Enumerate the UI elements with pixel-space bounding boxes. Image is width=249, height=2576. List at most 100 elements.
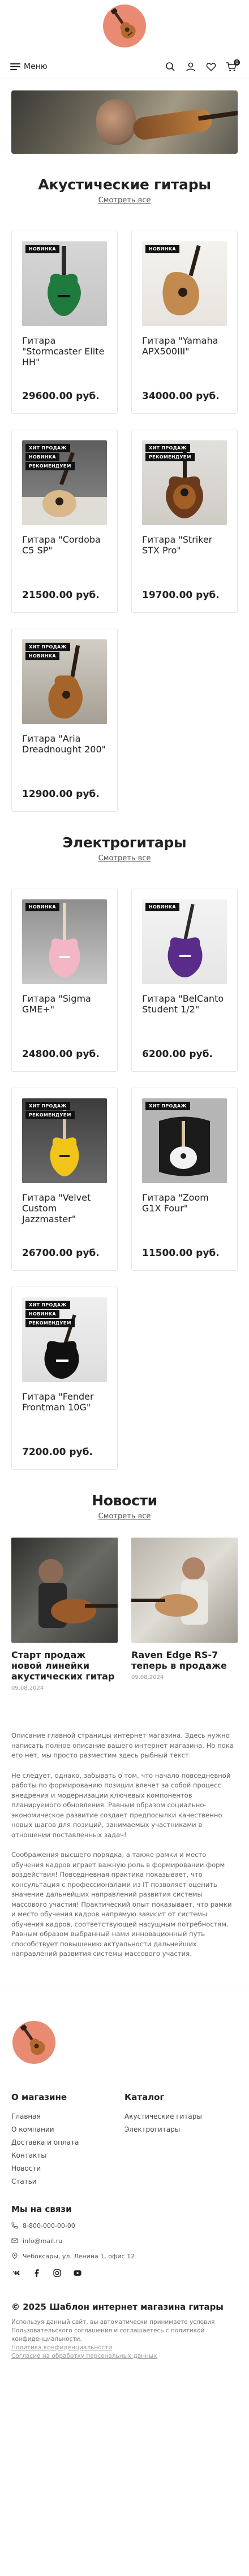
cart-button[interactable]: 0	[224, 59, 240, 74]
hero-banner[interactable]	[11, 90, 238, 154]
guitarist-photo-icon	[38, 1559, 118, 1628]
badge-bestseller: ХИТ ПРОДАЖ	[25, 444, 70, 452]
guitar-logo-icon	[103, 5, 146, 47]
product-name: Гитара "Yamaha APX500III"	[142, 335, 218, 357]
product-card[interactable]: НОВИНКА Гитара "Sigma GME+" 24800.00 руб…	[11, 889, 118, 1072]
news-card[interactable]: Raven Edge RS-7 теперь в продаже 09.08.2…	[131, 1538, 238, 1691]
footer-logo[interactable]	[11, 2020, 57, 2067]
guitar-image-icon	[142, 1098, 227, 1183]
badge-bestseller: ХИТ ПРОДАЖ	[25, 1102, 70, 1110]
product-name: Гитара "BelCanto Student 1/2"	[142, 993, 224, 1015]
contact-address-row: Чебоксары, ул. Ленина 1, офис 12	[11, 2253, 238, 2260]
footer-link-news[interactable]: Новости	[11, 2162, 124, 2175]
product-price: 34000.00 руб.	[142, 391, 220, 402]
footer-link-contacts[interactable]: Контакты	[11, 2149, 124, 2162]
store-description: Описание главной страницы интернет магаз…	[0, 1691, 249, 1959]
logo-container	[0, 0, 249, 54]
news-section-title: Новости	[92, 1492, 157, 1509]
product-card[interactable]: ХИТ ПРОДАЖ РЕКОМЕНДУЕМ Гитара "Velvet Cu…	[11, 1088, 118, 1271]
product-price: 21500.00 руб.	[22, 590, 100, 601]
product-name: Гитара "Aria Dreadnought 200"	[22, 733, 106, 755]
product-image: НОВИНКА	[142, 899, 227, 984]
contact-email: info@mail.ru	[23, 2237, 63, 2245]
badge-bestseller: ХИТ ПРОДАЖ	[25, 643, 70, 651]
contact-email-row[interactable]: info@mail.ru	[11, 2237, 238, 2245]
description-paragraph: Описание главной страницы интернет магаз…	[11, 1731, 234, 1759]
product-price: 29600.00 руб.	[22, 391, 100, 402]
badge-new: НОВИНКА	[145, 245, 179, 253]
social-links	[11, 2268, 238, 2277]
electric-product-grid: НОВИНКА Гитара "Sigma GME+" 24800.00 руб…	[0, 863, 249, 1470]
news-title: Raven Edge RS-7 теперь в продаже	[131, 1649, 227, 1671]
user-icon	[186, 62, 195, 71]
product-card[interactable]: ХИТ ПРОДАЖ НОВИНКА РЕКОМЕНДУЕМ Гитара "C…	[11, 430, 118, 613]
product-name: Гитара "Cordoba C5 SP"	[22, 534, 101, 556]
footer-link-delivery[interactable]: Доставка и оплата	[11, 2136, 124, 2149]
badge-new: НОВИНКА	[25, 903, 59, 911]
location-pin-icon	[12, 2253, 18, 2259]
footer-link-acoustic[interactable]: Акустические гитары	[124, 2110, 238, 2123]
footer-link-about[interactable]: О компании	[11, 2123, 124, 2136]
privacy-policy-link[interactable]: Политика конфиденциальности	[11, 2344, 238, 2352]
news-grid: Старт продаж новой линейки акустических …	[0, 1521, 249, 1691]
footer-store-column: О магазине Главная О компании Доставка и…	[11, 2092, 124, 2188]
product-price: 19700.00 руб.	[142, 590, 220, 601]
guitar-image-icon	[49, 903, 80, 977]
description-paragraph: Не следует, однако, забывать о том, что …	[11, 1771, 231, 1839]
site-logo[interactable]	[102, 3, 147, 51]
account-button[interactable]	[183, 59, 198, 74]
header-actions: 0	[163, 59, 240, 74]
contact-phone: 8-800-000-00-00	[23, 2222, 75, 2229]
news-see-all-link[interactable]: Смотреть все	[0, 1512, 249, 1521]
footer-columns: О магазине Главная О компании Доставка и…	[11, 2092, 238, 2188]
product-card[interactable]: НОВИНКА Гитара "Stormcaster Elite HH" 29…	[11, 231, 118, 414]
product-price: 24800.00 руб.	[22, 1049, 100, 1060]
footer-link-electric[interactable]: Электрогитары	[124, 2123, 238, 2136]
instagram-icon[interactable]	[53, 2268, 61, 2277]
badge-new: НОВИНКА	[25, 1310, 59, 1318]
product-name: Гитара "Stormcaster Elite HH"	[22, 335, 105, 367]
contact-phone-row[interactable]: 8-800-000-00-00	[11, 2222, 238, 2229]
product-name: Гитара "Sigma GME+"	[22, 993, 91, 1015]
footer-link-articles[interactable]: Статьи	[11, 2175, 124, 2188]
description-paragraph: Соображения высшего порядка, а также рам…	[11, 1851, 232, 1958]
heart-icon	[206, 62, 216, 71]
badge-new: НОВИНКА	[25, 652, 59, 660]
product-card[interactable]: НОВИНКА Гитара "BelCanto Student 1/2" 62…	[131, 889, 238, 1072]
product-card[interactable]: ХИТ ПРОДАЖ НОВИНКА РЕКОМЕНДУЕМ Гитара "F…	[11, 1287, 118, 1470]
hero-person-figure	[96, 99, 136, 145]
product-price: 6200.00 руб.	[142, 1049, 213, 1060]
electric-see-all-link[interactable]: Смотреть все	[0, 854, 249, 863]
personal-data-consent-link[interactable]: Согласие на обработку персональных данны…	[11, 2352, 238, 2361]
footer: О магазине Главная О компании Доставка и…	[0, 1988, 249, 2383]
badge-new: НОВИНКА	[145, 903, 179, 911]
product-name: Гитара "Fender Frontman 10G"	[22, 1391, 94, 1413]
hero-guitar-figure	[131, 107, 214, 141]
product-card[interactable]: ХИТ ПРОДАЖ НОВИНКА Гитара "Aria Dreadnou…	[11, 629, 118, 812]
product-card[interactable]: НОВИНКА Гитара "Yamaha APX500III" 34000.…	[131, 231, 238, 414]
news-title: Старт продаж новой линейки акустических …	[11, 1649, 115, 1682]
news-date: 09.08.2024	[131, 1674, 164, 1681]
product-image: ХИТ ПРОДАЖ	[142, 1098, 227, 1183]
badge-new: НОВИНКА	[25, 245, 59, 253]
favorites-button[interactable]	[204, 59, 218, 74]
acoustic-see-all-link[interactable]: Смотреть все	[0, 196, 249, 205]
menu-button[interactable]: Меню	[10, 62, 48, 71]
youtube-icon[interactable]	[74, 2269, 81, 2277]
hamburger-icon	[10, 63, 20, 70]
product-card[interactable]: ХИТ ПРОДАЖ РЕКОМЕНДУЕМ Гитара "Striker S…	[131, 430, 238, 613]
news-image	[131, 1538, 238, 1643]
search-button[interactable]	[163, 59, 178, 74]
footer-catalog-heading: Каталог	[124, 2092, 165, 2102]
menu-label: Меню	[24, 62, 48, 71]
news-card[interactable]: Старт продаж новой линейки акустических …	[11, 1538, 118, 1691]
search-icon	[166, 62, 175, 71]
product-card[interactable]: ХИТ ПРОДАЖ Гитара "Zoom G1X Four" 11500.…	[131, 1088, 238, 1271]
cart-count-badge: 0	[234, 59, 240, 66]
footer-link-home[interactable]: Главная	[11, 2110, 124, 2123]
guitar-image-icon	[168, 903, 203, 977]
product-image: НОВИНКА	[22, 241, 107, 326]
vk-icon[interactable]	[12, 2269, 20, 2277]
facebook-icon[interactable]	[33, 2268, 41, 2277]
copyright: © 2025 Шаблон интернет магазина гитары	[11, 2301, 224, 2312]
